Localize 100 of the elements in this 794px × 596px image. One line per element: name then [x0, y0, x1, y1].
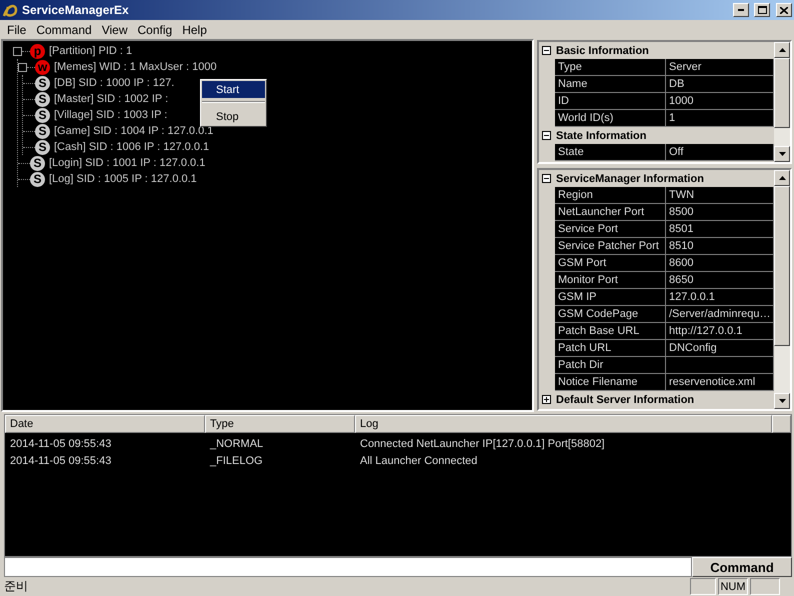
partition-badge: p [30, 44, 45, 58]
context-menu-item[interactable]: Stop [202, 108, 265, 125]
scroll-thumb[interactable] [774, 58, 790, 128]
collapse-icon[interactable] [542, 174, 551, 183]
collapse-icon[interactable] [542, 131, 551, 140]
column-header[interactable]: Type [205, 415, 355, 433]
close-button[interactable] [776, 3, 792, 17]
status-pane [750, 578, 780, 595]
menu-item[interactable]: Command [31, 22, 97, 36]
section-header[interactable]: Default Server Information [556, 394, 694, 406]
property-value[interactable]: 8500 [666, 204, 774, 221]
tree-item[interactable]: [DB] SID : 1000 IP : 127. [54, 77, 174, 89]
property-name: State [555, 144, 666, 161]
status-text: 준비 [4, 578, 29, 595]
property-value[interactable]: 8600 [666, 255, 774, 272]
scrollbar[interactable] [774, 170, 790, 409]
server-badge: S [35, 92, 50, 106]
property-name: GSM Port [555, 255, 666, 272]
down-arrow-icon [778, 152, 786, 156]
status-pane [690, 578, 716, 595]
menu-item[interactable]: View [96, 22, 132, 36]
server-badge: S [35, 76, 50, 90]
property-name: GSM CodePage [555, 306, 666, 323]
server-badge: S [35, 124, 50, 138]
expand-box[interactable] [18, 62, 27, 72]
property-value[interactable]: DB [666, 76, 774, 93]
property-value[interactable]: 8650 [666, 272, 774, 289]
property-name: Type [555, 59, 666, 76]
context-menu-item[interactable]: Start [202, 81, 265, 98]
property-value[interactable]: /Server/adminrequ… [666, 306, 774, 323]
command-button[interactable]: Command [692, 557, 792, 577]
up-arrow-icon [778, 176, 786, 180]
tree-item[interactable]: [Master] SID : 1002 IP : [54, 93, 168, 105]
property-value[interactable]: Off [666, 144, 774, 161]
server-badge: S [30, 156, 45, 170]
column-header[interactable]: Log [355, 415, 772, 433]
minimize-button[interactable] [733, 3, 749, 17]
app-logo-icon [2, 2, 18, 18]
world-badge: w [35, 60, 50, 74]
up-arrow-icon [778, 48, 786, 52]
property-name: ID [555, 93, 666, 110]
section-header[interactable]: State Information [556, 130, 646, 142]
property-name: Region [555, 187, 666, 204]
down-arrow-icon [778, 399, 786, 403]
property-value[interactable]: DNConfig [666, 340, 774, 357]
command-input[interactable] [4, 557, 692, 577]
log-cell-text: 2014-11-05 09:55:43 [9, 454, 112, 466]
property-value[interactable]: reservenotice.xml [666, 374, 774, 391]
property-value[interactable]: 8510 [666, 238, 774, 255]
server-badge: S [30, 172, 45, 186]
section-header[interactable]: ServiceManager Information [556, 172, 704, 184]
collapse-icon[interactable] [542, 46, 551, 55]
property-name: Patch Dir [555, 357, 666, 374]
log-cell-text: _FILELOG [208, 454, 264, 466]
scroll-thumb[interactable] [774, 186, 790, 346]
property-name: Notice Filename [555, 374, 666, 391]
menu-item[interactable]: File [2, 22, 32, 36]
server-badge: S [35, 140, 50, 154]
scroll-down-button[interactable] [774, 393, 790, 409]
tree-item[interactable]: [Game] SID : 1004 IP : 127.0.0.1 [54, 125, 214, 137]
property-value[interactable]: Server [666, 59, 774, 76]
maximize-icon [758, 6, 766, 14]
tree-item[interactable]: [Partition] PID : 1 [49, 45, 132, 57]
log-cell-text: _NORMAL [208, 438, 264, 450]
property-value[interactable]: 8501 [666, 221, 774, 238]
tree-item[interactable]: [Memes] WID : 1 MaxUser : 1000 [54, 61, 217, 73]
close-icon [780, 6, 788, 14]
server-badge: S [35, 108, 50, 122]
property-value[interactable]: http://127.0.0.1 [666, 323, 774, 340]
column-header[interactable]: Date [5, 415, 205, 433]
section-header[interactable]: Basic Information [556, 44, 649, 56]
tree-item[interactable]: [Village] SID : 1003 IP : [54, 109, 168, 121]
expand-icon[interactable] [542, 395, 551, 404]
log-cell-text: All Launcher Connected [359, 454, 478, 466]
property-name: Patch Base URL [555, 323, 666, 340]
tree-item[interactable]: [Log] SID : 1005 IP : 127.0.0.1 [49, 173, 197, 185]
minimize-icon [738, 9, 744, 11]
menu-item[interactable]: Help [177, 22, 212, 36]
property-name: Name [555, 76, 666, 93]
property-name: GSM IP [555, 289, 666, 306]
property-value[interactable]: 1 [666, 110, 774, 127]
scroll-up-button[interactable] [774, 42, 790, 58]
tree-item[interactable]: [Login] SID : 1001 IP : 127.0.0.1 [49, 157, 206, 169]
property-name: Service Port [555, 221, 666, 238]
property-value[interactable] [666, 357, 774, 374]
scroll-up-button[interactable] [774, 170, 790, 186]
property-name: Patch URL [555, 340, 666, 357]
property-value[interactable]: 127.0.0.1 [666, 289, 774, 306]
menu-item[interactable]: Config [132, 22, 178, 36]
property-name: Monitor Port [555, 272, 666, 289]
scroll-down-button[interactable] [774, 146, 790, 162]
property-value[interactable]: 1000 [666, 93, 774, 110]
property-name: Service Patcher Port [555, 238, 666, 255]
expand-box[interactable] [13, 46, 22, 56]
column-header-filler [772, 415, 791, 433]
property-value[interactable]: TWN [666, 187, 774, 204]
scrollbar[interactable] [774, 42, 790, 162]
maximize-button[interactable] [754, 3, 770, 17]
log-cell-text: Connected NetLauncher IP[127.0.0.1] Port[58802] [359, 438, 606, 450]
tree-item[interactable]: [Cash] SID : 1006 IP : 127.0.0.1 [54, 141, 210, 153]
